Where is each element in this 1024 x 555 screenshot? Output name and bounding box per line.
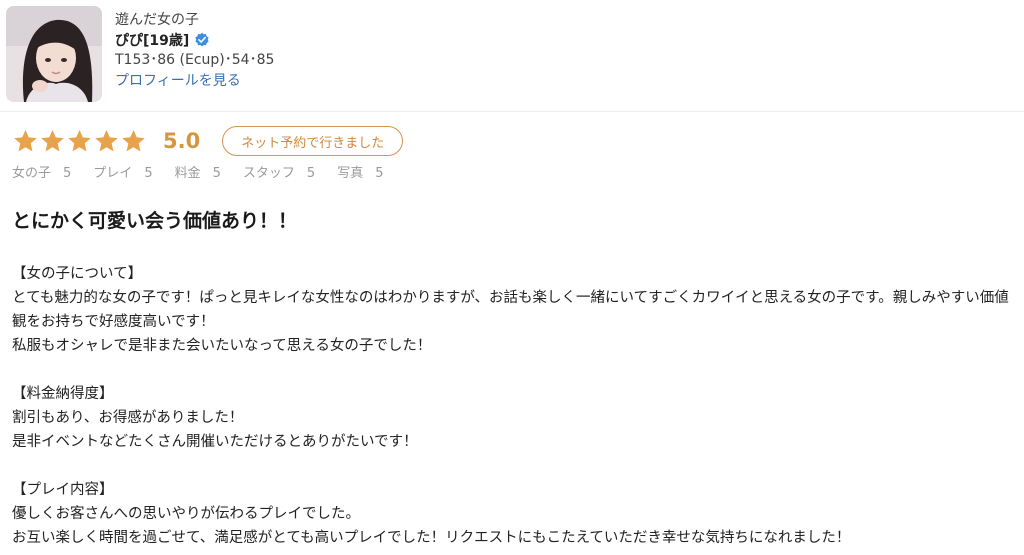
star-icon (41, 129, 64, 151)
name-row: ぴぴ[19歳] (115, 30, 274, 50)
review-section: 【料金納得度】割引もあり、お得感がありました！ 是非イベントなどたくさん開催いただ… (12, 382, 1016, 454)
review-line: お互い楽しく時間を過ごせて、満足感がとても高いプレイでした！リクエストにもこたえ… (12, 530, 851, 546)
overall-score: 5.0 (163, 129, 201, 153)
sub-score-label: プレイ (93, 166, 133, 181)
review-line: 是非イベントなどたくさん開催いただけるとありがたいです！ (12, 434, 418, 450)
sub-score-value: 5 (144, 166, 153, 181)
sub-score-value: 5 (212, 166, 221, 181)
star-icon (122, 129, 145, 151)
sub-score-item: 写真 5 (337, 162, 383, 181)
star-rating (12, 128, 147, 155)
review-line: 割引もあり、お得感がありました！ (12, 410, 244, 426)
review-section-heading: 【女の子について】 (12, 266, 143, 282)
star-icon (68, 129, 91, 151)
review-line: 優しくお客さんへの思いやりが伝わるプレイでした。 (12, 506, 360, 522)
sub-score-item: スタッフ 5 (243, 162, 315, 181)
review-section-heading: 【プレイ内容】 (12, 482, 114, 498)
review-section: 【プレイ内容】優しくお客さんへの思いやりが伝わるプレイでした。お互い楽しく時間を… (12, 478, 1016, 550)
review-line: とても魅力的な女の子です！ぱっと見キレイな女性なのはわかりますが、お話も楽しく一… (12, 290, 1009, 330)
review-card: 遊んだ女の子 ぴぴ[19歳] T153･86 (Ecup)･54･85 プロフィ… (0, 0, 1024, 555)
sub-score-label: スタッフ (242, 166, 295, 181)
visited-girl-label: 遊んだ女の子 (115, 12, 199, 28)
sub-score-value: 5 (306, 166, 316, 181)
rating-row: 5.0 ネット予約で行きました (12, 124, 404, 158)
view-profile-link[interactable]: プロフィールを見る (115, 71, 241, 91)
star-icon (14, 129, 37, 151)
review-line: 私服もオシャレで是非また会いたいなって思える女の子でした！ (12, 338, 432, 354)
girl-avatar[interactable] (6, 6, 102, 102)
reviewed-girl-header: 遊んだ女の子 ぴぴ[19歳] T153･86 (Ecup)･54･85 プロフィ… (0, 0, 1024, 112)
girl-name: ぴぴ[19歳] (115, 33, 190, 49)
sub-score-label: 料金 (174, 166, 201, 181)
girl-meta: 遊んだ女の子 ぴぴ[19歳] T153･86 (Ecup)･54･85 プロフィ… (115, 10, 274, 91)
sub-score-item: プレイ 5 (93, 162, 152, 181)
sub-score-label: 女の子 (12, 166, 52, 181)
verified-check-icon (194, 32, 210, 48)
girl-stats: T153･86 (Ecup)･54･85 (115, 52, 275, 68)
review-title: とにかく可愛い会う価値あり！！ (12, 210, 298, 232)
review-body: 【女の子について】とても魅力的な女の子です！ぱっと見キレイな女性なのはわかります… (12, 262, 1016, 555)
sub-score-item: 料金 5 (175, 162, 221, 181)
star-icon (95, 129, 118, 151)
sub-scores: 女の子 5 プレイ 5 料金 5 スタッフ 5 写真 5 (12, 162, 405, 181)
sub-score-label: 写真 (337, 166, 364, 181)
sub-score-value: 5 (63, 166, 72, 181)
sub-score-value: 5 (375, 166, 384, 181)
sub-score-item: 女の子 5 (12, 162, 71, 181)
review-section: 【女の子について】とても魅力的な女の子です！ぱっと見キレイな女性なのはわかります… (12, 262, 1016, 358)
review-section-heading: 【料金納得度】 (12, 386, 114, 402)
net-reservation-badge: ネット予約で行きました (222, 126, 404, 156)
